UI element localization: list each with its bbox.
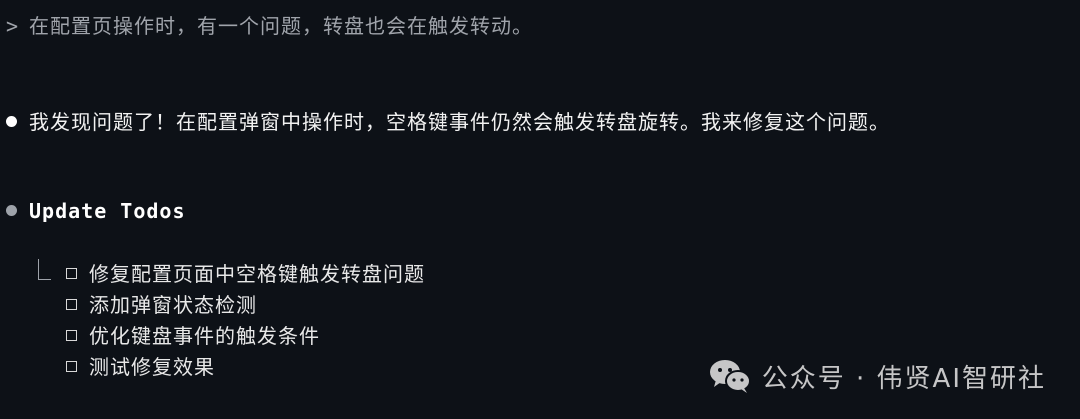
assistant-message-text: 我发现问题了！在配置弹窗中操作时，空格键事件仍然会触发转盘旋转。我来修复这个问题… xyxy=(29,110,890,134)
todo-item: 添加弹窗状态检测 xyxy=(34,290,425,321)
tool-bullet-icon xyxy=(6,205,17,216)
todo-label: 修复配置页面中空格键触发转盘问题 xyxy=(89,262,425,286)
tool-call-line: Update Todos xyxy=(6,199,186,223)
tree-branch-icon xyxy=(38,259,51,280)
todo-label: 测试修复效果 xyxy=(89,355,215,379)
todo-label: 优化键盘事件的触发条件 xyxy=(89,324,320,348)
watermark: 公众号 · 伟贤AI智研社 xyxy=(708,356,1046,396)
checkbox-empty-icon xyxy=(66,361,77,372)
user-prompt-line: > 在配置页操作时，有一个问题，转盘也会在触发转动。 xyxy=(6,10,533,39)
user-prompt-text: 在配置页操作时，有一个问题，转盘也会在触发转动。 xyxy=(29,14,534,38)
todo-item: 修复配置页面中空格键触发转盘问题 xyxy=(34,259,425,290)
wechat-icon xyxy=(709,360,751,393)
message-bullet-icon xyxy=(6,116,17,127)
checkbox-empty-icon xyxy=(66,330,77,341)
todo-item: 测试修复效果 xyxy=(34,352,425,383)
todo-item: 优化键盘事件的触发条件 xyxy=(34,321,425,352)
prompt-caret: > xyxy=(6,14,20,38)
checkbox-empty-icon xyxy=(66,299,77,310)
watermark-text: 公众号 · 伟贤AI智研社 xyxy=(761,363,1046,394)
todo-list: 修复配置页面中空格键触发转盘问题 添加弹窗状态检测 优化键盘事件的触发条件 测试… xyxy=(34,259,425,383)
tool-call-title: Update Todos xyxy=(29,199,186,223)
todo-label: 添加弹窗状态检测 xyxy=(89,293,257,317)
checkbox-empty-icon xyxy=(66,268,77,279)
assistant-message-line: 我发现问题了！在配置弹窗中操作时，空格键事件仍然会触发转盘旋转。我来修复这个问题… xyxy=(6,106,890,135)
